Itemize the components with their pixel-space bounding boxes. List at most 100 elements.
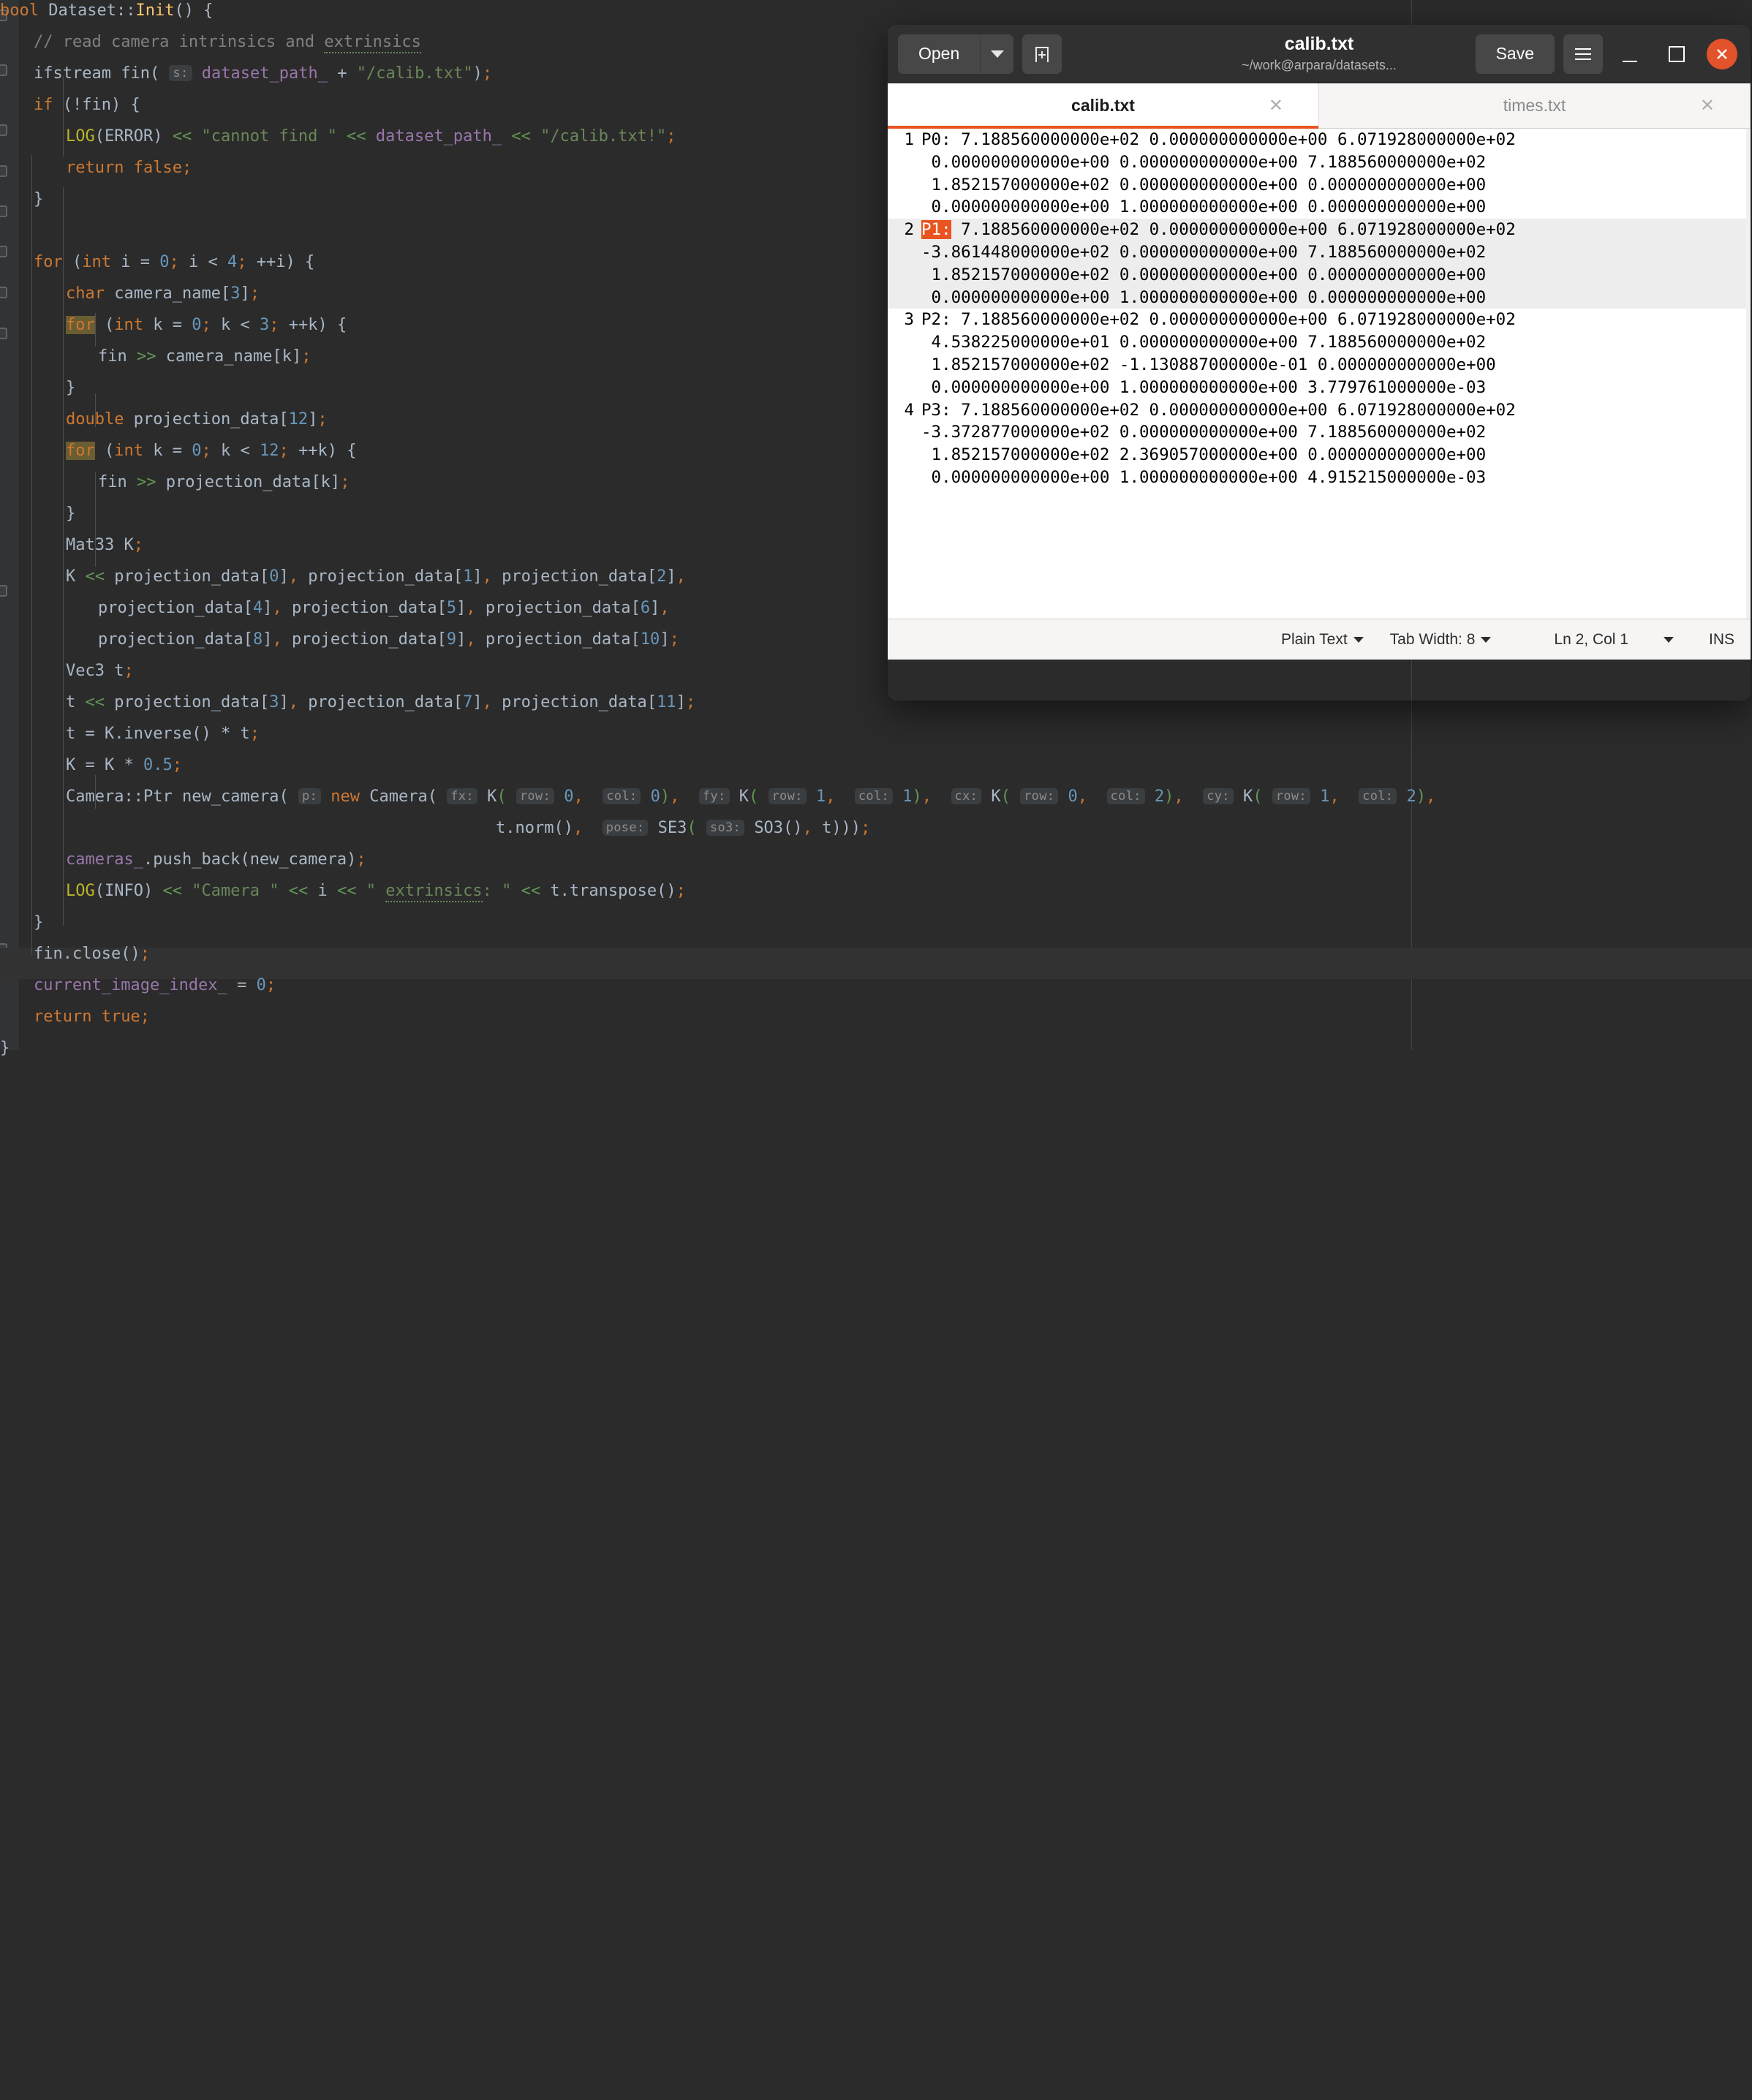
- line-text-rest: 7.188560000000e+02 0.000000000000e+00 6.…: [951, 220, 1516, 239]
- document-line-wrap[interactable]: 0.000000000000e+00 0.000000000000e+00 7.…: [888, 151, 1751, 174]
- code-line[interactable]: cameras_.push_back(new_camera);: [66, 844, 1752, 875]
- code-line[interactable]: Camera::Ptr new_camera( p: new Camera( f…: [66, 781, 1752, 812]
- inlay-hint-col: col:: [855, 788, 893, 804]
- save-button[interactable]: Save: [1476, 34, 1555, 74]
- language-selector[interactable]: Plain Text: [1281, 631, 1364, 649]
- inlay-hint-cy: cy:: [1203, 788, 1234, 804]
- code-line[interactable]: }: [34, 907, 1752, 938]
- document-line-wrap[interactable]: 1.852157000000e+02 -1.130887000000e-01 0…: [888, 354, 1751, 377]
- line-text: -3.372877000000e+02 0.000000000000e+00 7…: [914, 421, 1486, 444]
- code-line[interactable]: fin.close();: [34, 938, 1752, 970]
- inlay-hint-col: col:: [603, 788, 641, 804]
- close-icon[interactable]: ✕: [1700, 97, 1715, 115]
- tab-times-txt[interactable]: times.txt ✕: [1319, 83, 1751, 128]
- tab-width-label: Tab Width: 8: [1390, 631, 1476, 649]
- line-text: 1.852157000000e+02 0.000000000000e+00 0.…: [914, 174, 1486, 197]
- language-label: Plain Text: [1281, 631, 1348, 649]
- inlay-hint-fx: fx:: [447, 788, 477, 804]
- document-line-current[interactable]: 2 P1: 7.188560000000e+02 0.000000000000e…: [888, 219, 1751, 241]
- code-line[interactable]: t = K.inverse() * t;: [66, 718, 1752, 749]
- chevron-down-icon: [1664, 637, 1674, 643]
- code-line[interactable]: }: [0, 1032, 1752, 1064]
- close-button[interactable]: [1707, 39, 1737, 69]
- minimize-button[interactable]: [1610, 34, 1650, 74]
- inlay-hint-fy: fy:: [699, 788, 730, 804]
- search-match-highlight: for: [66, 442, 95, 460]
- chevron-down-icon: [1481, 637, 1491, 643]
- line-number-blank: [888, 354, 914, 377]
- tab-label: times.txt: [1503, 96, 1566, 116]
- line-text: P2: 7.188560000000e+02 0.000000000000e+0…: [914, 309, 1516, 331]
- inlay-hint-col: col:: [1107, 788, 1145, 804]
- line-number-blank: [888, 287, 914, 309]
- document-line-wrap[interactable]: 0.000000000000e+00 1.000000000000e+00 4.…: [888, 467, 1751, 489]
- line-text: 1.852157000000e+02 -1.130887000000e-01 0…: [914, 354, 1496, 377]
- document-line[interactable]: 3 P2: 7.188560000000e+02 0.000000000000e…: [888, 309, 1751, 331]
- chevron-down-icon: [1353, 637, 1364, 643]
- line-number: 4: [888, 399, 914, 422]
- line-text: 4.538225000000e+01 0.000000000000e+00 7.…: [914, 331, 1486, 354]
- line-number-blank: [888, 264, 914, 287]
- code-line[interactable]: bool Dataset::Init() {: [0, 0, 1752, 26]
- text-selection: P1:: [921, 220, 951, 239]
- document-line-wrap[interactable]: -3.372877000000e+02 0.000000000000e+00 7…: [888, 421, 1751, 444]
- line-number-blank: [888, 241, 914, 264]
- document-line-wrap[interactable]: 0.000000000000e+00 1.000000000000e+00 0.…: [888, 287, 1751, 309]
- hamburger-menu-button[interactable]: [1563, 34, 1603, 74]
- inlay-hint-so3: so3:: [706, 820, 744, 836]
- line-number: 3: [888, 309, 914, 331]
- code-line[interactable]: K = K * 0.5;: [66, 749, 1752, 781]
- tab-calib-txt[interactable]: calib.txt ✕: [888, 83, 1319, 128]
- gedit-text-editor-window: Open calib.txt ~/work@arpara/datasets...…: [888, 25, 1751, 700]
- document-line-wrap[interactable]: 0.000000000000e+00 1.000000000000e+00 0.…: [888, 196, 1751, 219]
- line-text: 0.000000000000e+00 1.000000000000e+00 4.…: [914, 467, 1486, 489]
- maximize-button[interactable]: [1657, 34, 1696, 74]
- inlay-hint-col: col:: [1359, 788, 1397, 804]
- inlay-hint-p: p:: [298, 788, 321, 804]
- line-text: P0: 7.188560000000e+02 0.000000000000e+0…: [914, 129, 1516, 151]
- document-line-wrap[interactable]: 1.852157000000e+02 2.369057000000e+00 0.…: [888, 444, 1751, 467]
- gedit-titlebar: Open calib.txt ~/work@arpara/datasets...…: [888, 25, 1751, 83]
- line-number-blank: [888, 196, 914, 219]
- line-number: 1: [888, 129, 914, 151]
- open-button[interactable]: Open: [898, 34, 980, 74]
- line-text: P3: 7.188560000000e+02 0.000000000000e+0…: [914, 399, 1516, 422]
- document-line[interactable]: 4 P3: 7.188560000000e+02 0.000000000000e…: [888, 399, 1751, 422]
- line-text: 1.852157000000e+02 0.000000000000e+00 0.…: [914, 264, 1486, 287]
- inlay-hint-pose: pose:: [603, 820, 649, 836]
- gedit-tab-bar: calib.txt ✕ times.txt ✕: [888, 83, 1751, 129]
- document-line-wrap[interactable]: 0.000000000000e+00 1.000000000000e+00 3.…: [888, 377, 1751, 399]
- line-text: P1: 7.188560000000e+02 0.000000000000e+0…: [914, 219, 1516, 241]
- inlay-hint-row: row:: [769, 788, 807, 804]
- line-text: -3.861448000000e+02 0.000000000000e+00 7…: [914, 241, 1486, 264]
- document-line-wrap[interactable]: 4.538225000000e+01 0.000000000000e+00 7.…: [888, 331, 1751, 354]
- code-line[interactable]: return true;: [34, 1001, 1752, 1032]
- document-line[interactable]: 1 P0: 7.188560000000e+02 0.000000000000e…: [888, 129, 1751, 151]
- line-number-blank: [888, 467, 914, 489]
- goto-line-dropdown[interactable]: [1664, 637, 1674, 643]
- gedit-text-area[interactable]: 1 P0: 7.188560000000e+02 0.000000000000e…: [888, 129, 1751, 619]
- line-text: 0.000000000000e+00 0.000000000000e+00 7.…: [914, 151, 1486, 174]
- tab-width-selector[interactable]: Tab Width: 8: [1390, 631, 1492, 649]
- open-dropdown-button[interactable]: [980, 34, 1013, 74]
- line-number: 2: [888, 219, 914, 241]
- window-title: calib.txt: [1285, 34, 1353, 55]
- code-line[interactable]: LOG(INFO) << "Camera " << i << " extrins…: [66, 875, 1752, 907]
- code-line[interactable]: current_image_index_ = 0;: [34, 970, 1752, 1001]
- document-line-wrap[interactable]: -3.861448000000e+02 0.000000000000e+00 7…: [888, 241, 1751, 264]
- new-document-button[interactable]: [1022, 34, 1062, 74]
- inlay-hint-row: row:: [516, 788, 554, 804]
- close-icon[interactable]: ✕: [1269, 97, 1283, 115]
- window-subtitle-path: ~/work@arpara/datasets...: [1242, 58, 1397, 73]
- tab-label: calib.txt: [1071, 96, 1135, 116]
- insert-mode-indicator[interactable]: INS: [1709, 631, 1734, 649]
- code-line[interactable]: t.norm(), pose: SE3( so3: SO3(), t)));: [496, 812, 1752, 844]
- document-line-wrap[interactable]: 1.852157000000e+02 0.000000000000e+00 0.…: [888, 174, 1751, 197]
- document-line-wrap[interactable]: 1.852157000000e+02 0.000000000000e+00 0.…: [888, 264, 1751, 287]
- insert-mode-label: INS: [1709, 631, 1734, 649]
- line-text: 0.000000000000e+00 1.000000000000e+00 0.…: [914, 196, 1486, 219]
- inlay-hint-row: row:: [1272, 788, 1310, 804]
- inlay-hint-s: s:: [169, 65, 192, 81]
- chevron-down-icon: [991, 50, 1004, 58]
- vertical-scrollbar[interactable]: [1746, 129, 1751, 619]
